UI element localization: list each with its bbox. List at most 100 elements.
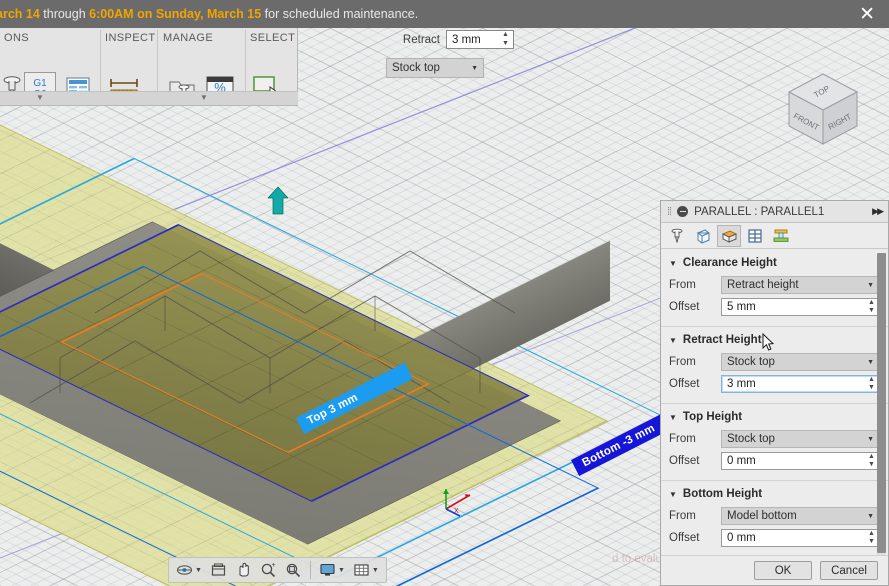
double-chevron-right-icon[interactable]: ▶▶ <box>872 206 882 217</box>
section-header-clearance-height[interactable]: ▼ Clearance Height <box>661 255 888 274</box>
tab-linking[interactable] <box>769 225 793 247</box>
section-title: Clearance Height <box>683 257 777 269</box>
bottom-offset-input[interactable] <box>722 530 865 546</box>
retract-from-value: Stock top <box>392 62 440 74</box>
field-label-offset: Offset <box>669 301 721 313</box>
top-offset-field[interactable]: ▲▼ <box>721 452 880 470</box>
retract-spin-arrows[interactable]: ▲▼ <box>502 32 511 47</box>
chevron-down-icon[interactable]: ▼ <box>867 359 874 366</box>
bottom-from-value: Model bottom <box>727 510 797 522</box>
chevron-down-icon[interactable]: ▼ <box>195 567 202 574</box>
parallel-operation-panel[interactable]: ⁞⁞ PARALLEL : PARALLEL1 ▶▶ <box>660 200 889 586</box>
app-root: Top 3 mm Bottom -3 mm X d to evaluate ex… <box>0 0 889 586</box>
panel-footer: OK Cancel <box>661 555 888 585</box>
view-cube[interactable]: TOP FRONT RIGHT <box>771 60 875 160</box>
page-title: PARALLEL : PARALLEL1 <box>694 206 866 218</box>
panel-tab-strip[interactable] <box>661 223 888 249</box>
toolbar-group-label-actions: ONS <box>4 32 29 44</box>
field-label-from: From <box>669 356 721 368</box>
cancel-button[interactable]: Cancel <box>820 561 878 580</box>
display-settings-icon[interactable]: ▼ <box>316 559 348 581</box>
field-label-offset: Offset <box>669 532 721 544</box>
bottom-offset-field[interactable]: ▲▼ <box>721 529 880 547</box>
toolbar-group-label-inspect: INSPECT <box>105 32 155 44</box>
chevron-down-icon[interactable]: ▼ <box>471 65 478 72</box>
tab-tool[interactable] <box>665 225 689 247</box>
tab-passes[interactable] <box>743 225 767 247</box>
top-offset-input[interactable] <box>722 453 865 469</box>
chevron-down-icon[interactable]: ▼ <box>372 567 379 574</box>
toolbar-overflow-caret[interactable]: ▼ <box>200 93 208 102</box>
section-title: Top Height <box>683 411 742 423</box>
panel-drag-grip[interactable]: ⁞⁞ <box>667 206 671 218</box>
grid-snaps-icon[interactable]: ▼ <box>350 559 382 581</box>
svg-text:G1: G1 <box>33 78 47 89</box>
retract-from-combo[interactable]: Stock top ▼ <box>386 58 484 78</box>
field-row-from: From Stock top ▼ <box>661 351 888 373</box>
field-label-from: From <box>669 433 721 445</box>
spin-up-icon: ▲ <box>502 32 511 38</box>
toolbar-group-label-select: SELECT <box>250 32 295 44</box>
tab-heights[interactable] <box>717 225 741 247</box>
zoom-icon[interactable]: + <box>257 559 280 581</box>
section-clearance-height: ▼ Clearance Height From Retract height ▼… <box>661 250 888 327</box>
field-row-offset: Offset ▲▼ <box>661 296 888 318</box>
panel-scrollbar[interactable] <box>877 253 886 583</box>
maintenance-banner: arch 14 through 6:00AM on Sunday, March … <box>0 0 889 28</box>
section-header-top-height[interactable]: ▼ Top Height <box>661 409 888 428</box>
tab-geometry[interactable] <box>691 225 715 247</box>
banner-text-part-4: for scheduled maintenance. <box>265 7 419 21</box>
chevron-down-icon[interactable]: ▼ <box>867 436 874 443</box>
chevron-down-icon[interactable]: ▼ <box>867 513 874 520</box>
banner-text: arch 14 through 6:00AM on Sunday, March … <box>0 0 418 28</box>
retract-label: Retract <box>386 34 440 46</box>
field-label-from: From <box>669 279 721 291</box>
zoom-window-icon[interactable] <box>282 559 305 581</box>
orbit-icon[interactable]: ▼ <box>173 559 205 581</box>
toolbar-overflow-caret[interactable]: ▼ <box>36 93 44 102</box>
field-row-offset: Offset ▲▼ <box>661 373 888 395</box>
retract-offset-field[interactable]: ▲▼ <box>721 375 880 393</box>
section-title: Retract Height <box>683 334 762 346</box>
clearance-offset-input[interactable] <box>722 299 865 315</box>
clearance-from-combo[interactable]: Retract height ▼ <box>721 276 880 294</box>
svg-text:+: + <box>271 562 275 569</box>
retract-from-value: Stock top <box>727 356 775 368</box>
mouse-cursor-icon <box>762 333 775 352</box>
field-row-from: From Retract height ▼ <box>661 274 888 296</box>
section-title: Bottom Height <box>683 488 762 500</box>
minus-circle-icon[interactable] <box>677 206 688 217</box>
section-header-bottom-height[interactable]: ▼ Bottom Height <box>661 486 888 505</box>
field-label-offset: Offset <box>669 378 721 390</box>
ribbon-toolbar[interactable]: ONS INSPECT MANAGE SELECT G1 G2 <box>0 28 298 106</box>
chevron-down-icon[interactable]: ▼ <box>338 567 345 574</box>
clearance-offset-field[interactable]: ▲▼ <box>721 298 880 316</box>
panel-sections: ▼ Clearance Height From Retract height ▼… <box>661 250 888 555</box>
retract-from-combo[interactable]: Stock top ▼ <box>721 353 880 371</box>
triangle-down-icon[interactable]: ▼ <box>669 336 677 345</box>
pan-icon[interactable] <box>232 559 255 581</box>
field-row-from: From Model bottom ▼ <box>661 505 888 527</box>
top-from-value: Stock top <box>727 433 775 445</box>
retract-spinbox[interactable]: ▲▼ <box>446 30 514 49</box>
bottom-from-combo[interactable]: Model bottom ▼ <box>721 507 880 525</box>
look-at-icon[interactable] <box>207 559 230 581</box>
toolbar-group-label-manage: MANAGE <box>163 32 213 44</box>
ok-button[interactable]: OK <box>754 561 812 580</box>
height-manipulator-arrow-icon[interactable] <box>265 185 291 217</box>
close-icon[interactable]: ✕ <box>859 0 875 28</box>
banner-text-part-3: 6:00AM on Sunday, March 15 <box>89 7 265 21</box>
toolbar-overflow-bar: ▼ ▼ <box>0 91 298 105</box>
triangle-down-icon[interactable]: ▼ <box>669 259 677 268</box>
triangle-down-icon[interactable]: ▼ <box>669 413 677 422</box>
navigation-bar[interactable]: ▼ + <box>168 557 387 583</box>
panel-scrollbar-thumb[interactable] <box>877 253 886 553</box>
banner-text-part-1: arch 14 <box>0 7 43 21</box>
panel-title-bar[interactable]: ⁞⁞ PARALLEL : PARALLEL1 ▶▶ <box>661 201 888 223</box>
retract-inline-control[interactable]: Retract ▲▼ Stock top ▼ <box>386 30 526 78</box>
top-from-combo[interactable]: Stock top ▼ <box>721 430 880 448</box>
chevron-down-icon[interactable]: ▼ <box>867 282 874 289</box>
retract-offset-input[interactable] <box>722 376 865 392</box>
triangle-down-icon[interactable]: ▼ <box>669 490 677 499</box>
retract-input[interactable] <box>447 31 499 48</box>
